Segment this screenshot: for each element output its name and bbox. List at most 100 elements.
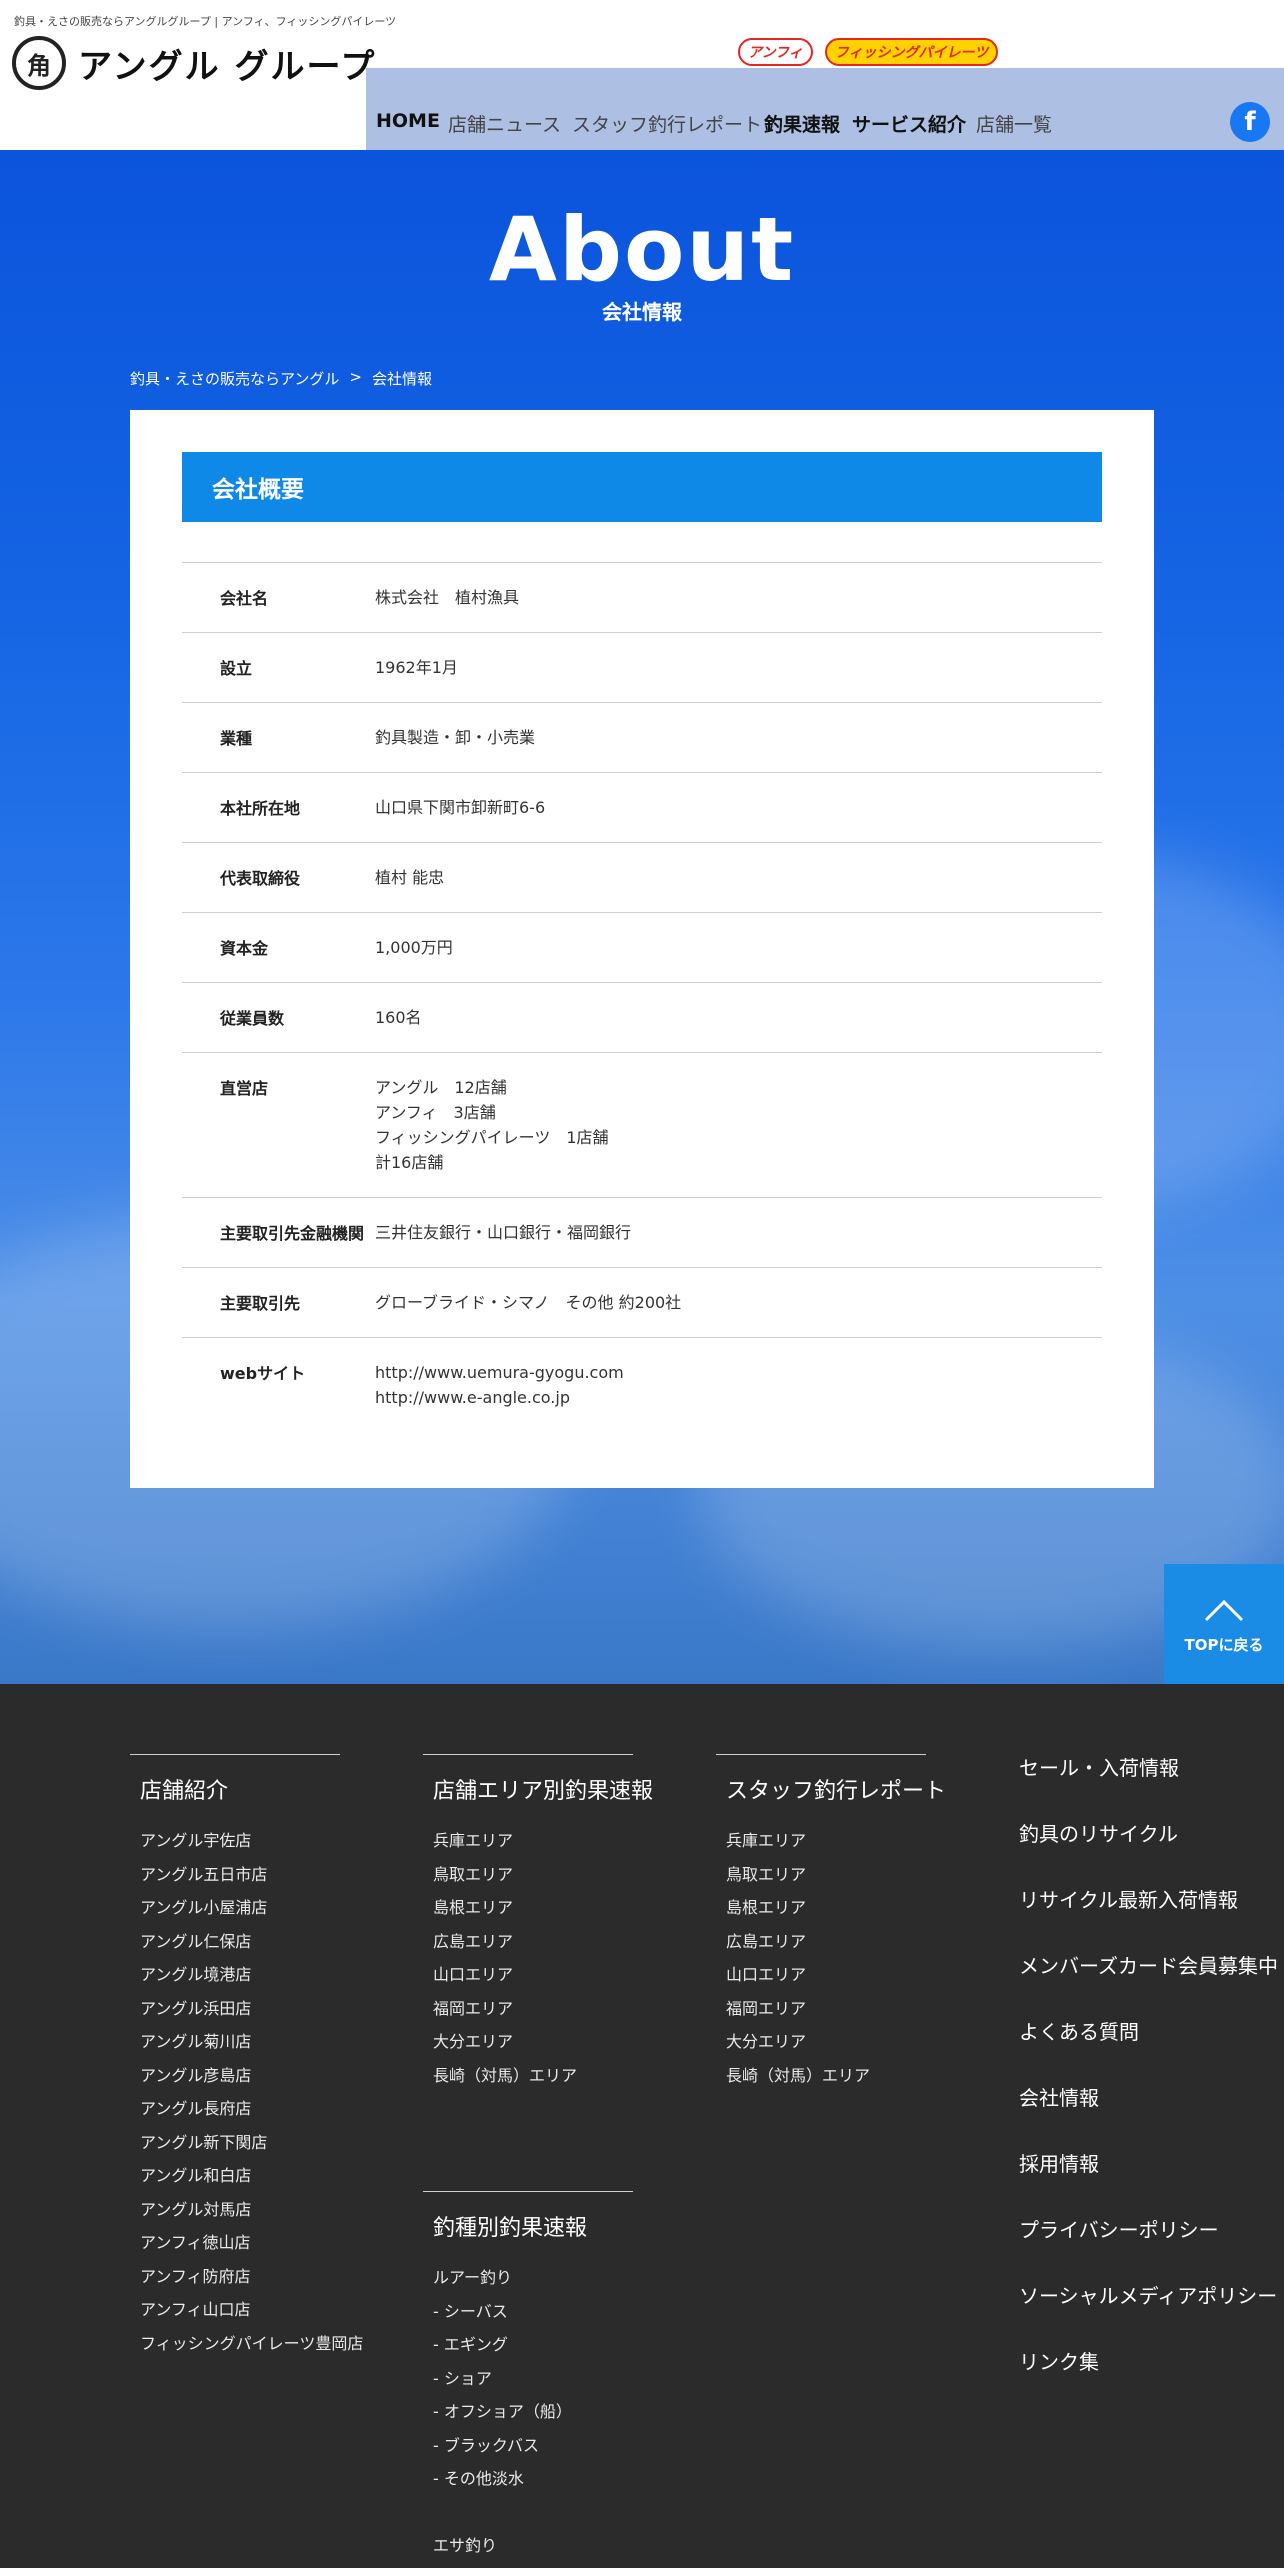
info-value: 植村 能忠: [375, 865, 1102, 890]
info-value-line: アングル 12店舗: [375, 1078, 507, 1097]
nav-store-news[interactable]: 店舗ニュース: [448, 110, 561, 137]
footer-species-link[interactable]: - シーバス: [433, 2298, 633, 2332]
footer-staff-link[interactable]: 大分エリア: [726, 2028, 946, 2062]
footer-area-link[interactable]: 福岡エリア: [433, 1995, 653, 2029]
site-logo[interactable]: 角 アングル グループ: [12, 36, 376, 90]
footer-species-heading[interactable]: 釣種別釣果速報: [433, 2210, 633, 2242]
anfi-logo[interactable]: アンフィ: [738, 38, 813, 66]
info-value-line: 三井住友銀行・山口銀行・福岡銀行: [375, 1223, 632, 1242]
footer-menu-link[interactable]: 会社情報: [1019, 2082, 1278, 2148]
footer-store-link[interactable]: アングル彦島店: [140, 2062, 363, 2096]
fishing-pirates-logo[interactable]: フィッシングパイレーツ: [824, 38, 999, 66]
footer-store-link[interactable]: アングル小屋浦店: [140, 1894, 363, 1928]
footer-staff-heading[interactable]: スタッフ釣行レポート: [726, 1773, 946, 1805]
footer-species-link[interactable]: - エギング: [433, 2331, 633, 2365]
nav-store-list[interactable]: 店舗一覧: [976, 110, 1052, 137]
back-to-top-button[interactable]: TOPに戻る: [1164, 1564, 1284, 1684]
info-value-line: 山口県下関市卸新町6-6: [375, 798, 546, 817]
info-value-line[interactable]: http://www.e-angle.co.jp: [375, 1385, 1102, 1410]
chevron-up-icon: [1204, 1599, 1244, 1622]
footer-store-link[interactable]: アングル仁保店: [140, 1928, 363, 1962]
nav-home[interactable]: HOME: [376, 110, 440, 132]
footer-area-link[interactable]: 大分エリア: [433, 2028, 653, 2062]
footer-divider: [130, 1754, 340, 1755]
footer-store-link[interactable]: アンフィ防府店: [140, 2263, 363, 2297]
footer-area-link[interactable]: 長崎（対馬）エリア: [433, 2062, 653, 2096]
footer-area-link[interactable]: 島根エリア: [433, 1894, 653, 1928]
footer-staff-link[interactable]: 福岡エリア: [726, 1995, 946, 2029]
footer-area-link[interactable]: 山口エリア: [433, 1961, 653, 1995]
footer-species-link[interactable]: - ショア: [433, 2365, 633, 2399]
footer-store-link[interactable]: アングル新下関店: [140, 2129, 363, 2163]
footer-staff-link[interactable]: 山口エリア: [726, 1961, 946, 1995]
footer-species-link[interactable]: - その他淡水: [433, 2465, 633, 2499]
footer-area-list: 兵庫エリア 鳥取エリア 島根エリア 広島エリア 山口エリア 福岡エリア 大分エリア 長崎（対馬…: [433, 1827, 653, 2095]
info-row: 業種 釣具製造・卸・小売業: [182, 702, 1102, 772]
nav-catch-report[interactable]: 釣果速報: [764, 110, 840, 137]
info-label: 本社所在地: [220, 799, 301, 818]
footer-store-link[interactable]: アングル五日市店: [140, 1861, 363, 1895]
info-label: 従業員数: [220, 1009, 285, 1028]
info-value-line: 株式会社 植村漁具: [375, 588, 520, 607]
site-footer: 店舗紹介 アングル宇佐店 アングル五日市店 アングル小屋浦店 アングル仁保店 アングル境…: [0, 1684, 1284, 2568]
info-row: 会社名 株式会社 植村漁具: [182, 562, 1102, 632]
footer-store-link[interactable]: アングル和白店: [140, 2162, 363, 2196]
footer-divider: [716, 1754, 926, 1755]
info-value-line[interactable]: http://www.uemura-gyogu.com: [375, 1360, 1102, 1385]
footer-area-link[interactable]: 兵庫エリア: [433, 1827, 653, 1861]
info-label: 会社名: [220, 589, 269, 608]
footer-store-link[interactable]: アングル長府店: [140, 2095, 363, 2129]
site-header: 釣具・えさの販売ならアングルグループ | アンフィ、フィッシングパイレーツ 角 …: [0, 0, 1284, 150]
footer-menu-link[interactable]: ソーシャルメディアポリシー: [1019, 2280, 1278, 2346]
nav-services[interactable]: サービス紹介: [852, 110, 966, 137]
footer-staff-link[interactable]: 長崎（対馬）エリア: [726, 2062, 946, 2096]
footer-menu-link[interactable]: リサイクル最新入荷情報: [1019, 1884, 1278, 1950]
footer-stores-list: アングル宇佐店 アングル五日市店 アングル小屋浦店 アングル仁保店 アングル境港店 アング…: [140, 1827, 363, 2363]
info-row: 主要取引先 グローブライド・シマノ その他 約200社: [182, 1267, 1102, 1337]
logo-text: アングル グループ: [78, 46, 377, 87]
hero-section: About 会社情報 釣具・えさの販売ならアングル > 会社情報 会社概要 会社…: [0, 150, 1284, 1684]
info-value: アングル 12店舗 アンフィ 3店舗 フィッシングパイレーツ 1店舗 計16店舗: [375, 1075, 1102, 1175]
footer-staff-link[interactable]: 兵庫エリア: [726, 1827, 946, 1861]
info-value-line: アンフィ 3店舗: [375, 1103, 496, 1122]
footer-store-link[interactable]: アンフィ徳山店: [140, 2229, 363, 2263]
facebook-icon[interactable]: f: [1230, 102, 1270, 142]
info-value: グローブライド・シマノ その他 約200社: [375, 1290, 1102, 1315]
footer-store-link[interactable]: アングル浜田店: [140, 1995, 363, 2029]
info-value: 株式会社 植村漁具: [375, 585, 1102, 610]
footer-store-link[interactable]: フィッシングパイレーツ豊岡店: [140, 2330, 363, 2364]
nav-staff-report[interactable]: スタッフ釣行レポート: [572, 110, 762, 137]
footer-store-link[interactable]: アンフィ山口店: [140, 2296, 363, 2330]
footer-species-link[interactable]: エサ釣り: [433, 2532, 633, 2566]
info-label: 主要取引先: [220, 1294, 301, 1313]
footer-store-link[interactable]: アングル宇佐店: [140, 1827, 363, 1861]
footer-menu-link[interactable]: リンク集: [1019, 2346, 1278, 2412]
breadcrumb-home-link[interactable]: 釣具・えさの販売ならアングル: [130, 368, 339, 389]
info-value: 釣具製造・卸・小売業: [375, 725, 1102, 750]
footer-area-link[interactable]: 鳥取エリア: [433, 1861, 653, 1895]
footer-staff-link[interactable]: 鳥取エリア: [726, 1861, 946, 1895]
footer-menu-link[interactable]: 採用情報: [1019, 2148, 1278, 2214]
footer-menu-link[interactable]: 釣具のリサイクル: [1019, 1818, 1278, 1884]
footer-menu-link[interactable]: メンバーズカード会員募集中: [1019, 1950, 1278, 2016]
footer-staff-link[interactable]: 広島エリア: [726, 1928, 946, 1962]
footer-area-link[interactable]: 広島エリア: [433, 1928, 653, 1962]
footer-staff-link[interactable]: 島根エリア: [726, 1894, 946, 1928]
footer-store-link[interactable]: アングル境港店: [140, 1961, 363, 1995]
footer-species-link[interactable]: [433, 2499, 633, 2533]
footer-menu-link[interactable]: プライバシーポリシー: [1019, 2214, 1278, 2280]
footer-store-link[interactable]: アングル菊川店: [140, 2028, 363, 2062]
footer-species-link[interactable]: - オフショア（船）: [433, 2398, 633, 2432]
footer-store-link[interactable]: アングル対馬店: [140, 2196, 363, 2230]
footer-stores-heading[interactable]: 店舗紹介: [140, 1773, 363, 1805]
breadcrumb: 釣具・えさの販売ならアングル > 会社情報: [130, 368, 432, 389]
footer-menu-link[interactable]: セール・入荷情報: [1019, 1752, 1278, 1818]
footer-species-link[interactable]: - ブラックバス: [433, 2432, 633, 2466]
info-value-line: 1962年1月: [375, 658, 458, 677]
footer-menu-link[interactable]: よくある質問: [1019, 2016, 1278, 2082]
footer-species-link[interactable]: ルアー釣り: [433, 2264, 633, 2298]
company-info-card: 会社概要 会社名 株式会社 植村漁具設立 1962年1月 業種 釣具製造・卸・小売業本社…: [130, 410, 1154, 1488]
info-row: 設立 1962年1月: [182, 632, 1102, 702]
footer-area-heading[interactable]: 店舗エリア別釣果速報: [433, 1773, 653, 1805]
company-heading: 会社概要: [182, 452, 1102, 522]
